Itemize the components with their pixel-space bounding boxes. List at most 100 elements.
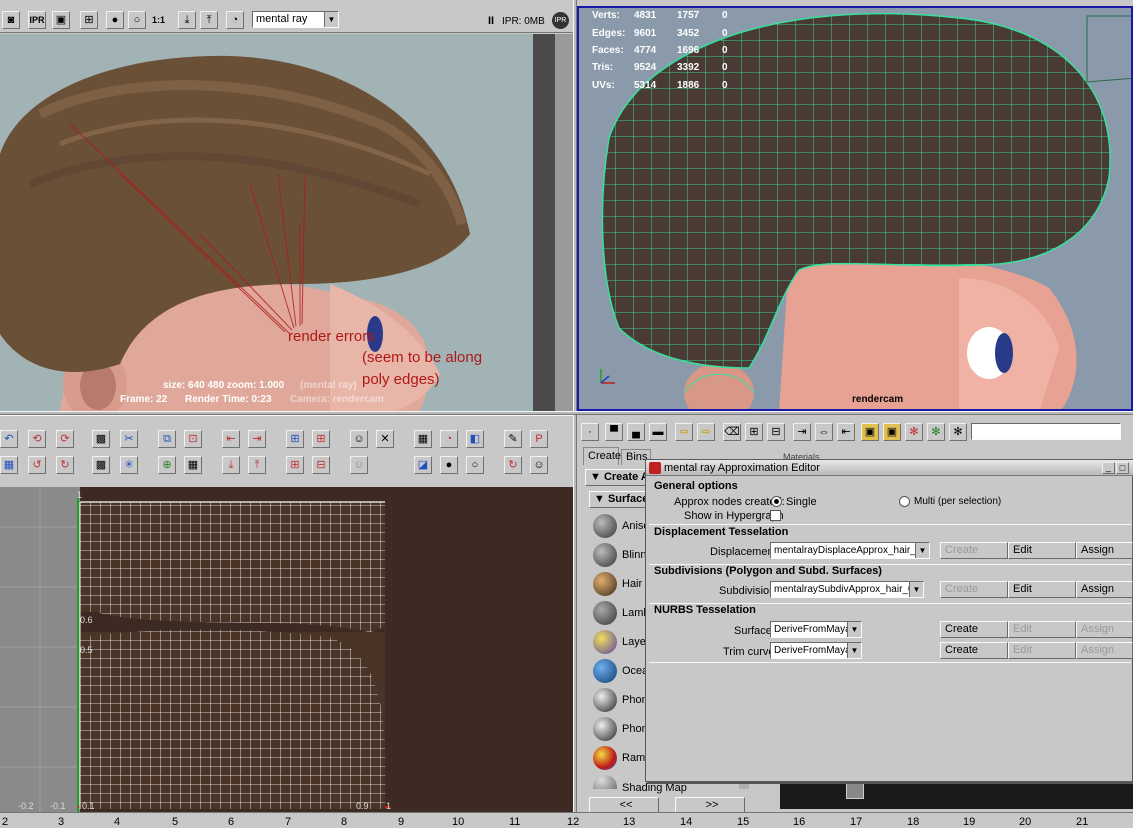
shader-shadingmap-label[interactable]: Shading Map xyxy=(622,782,687,794)
inout-icon[interactable]: ⇔ xyxy=(815,423,833,441)
align-top-icon[interactable]: ⤒ xyxy=(248,456,266,474)
trim-edit-button[interactable]: Edit xyxy=(1008,642,1076,659)
grid-uv-2-icon[interactable]: ▩ xyxy=(92,456,110,474)
swatch-2-icon[interactable]: ▣ xyxy=(883,423,901,441)
person-icon[interactable]: ☺ xyxy=(530,456,548,474)
grid-snap-icon[interactable]: ⊞ xyxy=(286,430,304,448)
move-sew-icon[interactable]: ⧉ xyxy=(158,430,176,448)
graph-icon[interactable]: ⊞ xyxy=(745,423,763,441)
displacement-assign-button[interactable]: Assign xyxy=(1076,542,1133,559)
dim-image-icon[interactable]: ◧ xyxy=(466,430,484,448)
swatch-icon[interactable]: ▣ xyxy=(861,423,879,441)
display-checker-icon[interactable]: ◔ xyxy=(440,430,458,448)
split-uv-icon[interactable]: ⊡ xyxy=(184,430,202,448)
graph-2-icon[interactable]: ⊟ xyxy=(767,423,785,441)
white-circle-icon[interactable]: ○ xyxy=(466,456,484,474)
shader-ramp-swatch[interactable] xyxy=(593,746,617,770)
vertical-pane-splitter[interactable] xyxy=(573,0,577,815)
refresh-uv-icon[interactable]: ↻ xyxy=(504,456,522,474)
single-label[interactable]: Single xyxy=(786,496,817,508)
subdiv-edit-button[interactable]: Edit xyxy=(1008,581,1076,598)
display-image-icon[interactable]: ◪ xyxy=(414,456,432,474)
arrow-right-icon[interactable]: ⇨ xyxy=(697,423,715,441)
network-3-icon[interactable]: ✻ xyxy=(949,423,967,441)
displacement-edit-button[interactable]: Edit xyxy=(1008,542,1076,559)
maximize-icon[interactable]: □ xyxy=(1116,462,1129,474)
grid-add-icon[interactable]: ⊞ xyxy=(312,430,330,448)
node-thumbnail-icon[interactable] xyxy=(846,781,864,799)
shader-phonge-swatch[interactable] xyxy=(593,717,617,741)
pause-icon[interactable]: II xyxy=(488,15,494,27)
displacement-select[interactable]: mentalrayDisplaceApprox_hair_01 ▼ xyxy=(770,542,930,559)
alpha-channel-icon[interactable]: ○ xyxy=(128,11,146,29)
trim-select[interactable]: DeriveFromMaya ▼ xyxy=(770,642,862,659)
shader-layered-swatch[interactable] xyxy=(593,630,617,654)
align-right-icon[interactable]: ⇥ xyxy=(248,430,266,448)
cut-uv-icon[interactable]: ✂ xyxy=(120,430,138,448)
single-radio[interactable] xyxy=(771,496,782,507)
rgb-icon[interactable]: ● xyxy=(440,456,458,474)
uv-flip-icon[interactable]: ↶ xyxy=(0,430,18,448)
dot-icon[interactable]: · xyxy=(581,423,599,441)
shader-ocean-swatch[interactable] xyxy=(593,659,617,683)
shader-blinn-label[interactable]: Blinn xyxy=(622,549,646,561)
uv-flip-v-icon[interactable]: ▦ xyxy=(0,456,18,474)
subdiv-create-button[interactable]: Create xyxy=(940,581,1008,598)
shader-lambert-swatch[interactable] xyxy=(593,601,617,625)
rotate-ccw-icon[interactable]: ↺ xyxy=(28,456,46,474)
network-2-icon[interactable]: ✻ xyxy=(927,423,945,441)
keep-image-icon[interactable]: ⤓ xyxy=(178,11,196,29)
shuffle-icon[interactable]: ✕ xyxy=(376,430,394,448)
rotate-cw-icon[interactable]: ↻ xyxy=(56,456,74,474)
subdiv-select[interactable]: mentalraySubdivApprox_hair_01 ▼ xyxy=(770,581,924,598)
ipr-badge-icon[interactable]: IPR xyxy=(552,12,569,29)
shader-blinn-swatch[interactable] xyxy=(593,543,617,567)
refresh-icon[interactable]: ▣ xyxy=(52,11,70,29)
surface-select[interactable]: DeriveFromMaya ▼ xyxy=(770,621,862,638)
display-grid-icon[interactable]: ▦ xyxy=(414,430,432,448)
trim-create-button[interactable]: Create xyxy=(940,642,1008,659)
one-to-one-button[interactable]: 1:1 xyxy=(152,15,165,25)
displacement-create-button[interactable]: Create xyxy=(940,542,1008,559)
viewport-panel[interactable]: Verts: 4831 1757 0 Edges: 9601 3452 0 Fa… xyxy=(577,6,1133,411)
layout-bottom-icon[interactable]: ▄ xyxy=(627,423,645,441)
rotate-uv-icon[interactable]: ⟲ xyxy=(28,430,46,448)
render-region-icon[interactable]: ⊞ xyxy=(80,11,98,29)
arrow-left-icon[interactable]: ⇦ xyxy=(675,423,693,441)
camera-icon[interactable]: ◙ xyxy=(2,11,20,29)
isolate-icon[interactable]: ☺ xyxy=(350,430,368,448)
grid-snap-2-icon[interactable]: ⊞ xyxy=(286,456,304,474)
show-hypergraph-checkbox[interactable] xyxy=(770,510,781,521)
input-icon[interactable]: ⇥ xyxy=(793,423,811,441)
minimize-icon[interactable]: _ xyxy=(1102,462,1115,474)
subdiv-assign-button[interactable]: Assign xyxy=(1076,581,1133,598)
isolate-2-icon[interactable]: ☺ xyxy=(350,456,368,474)
psd-icon[interactable]: P xyxy=(530,430,548,448)
surface-edit-button[interactable]: Edit xyxy=(1008,621,1076,638)
hypershade-search-field[interactable] xyxy=(971,423,1121,440)
surface-create-button[interactable]: Create xyxy=(940,621,1008,638)
align-left-icon[interactable]: ⇤ xyxy=(222,430,240,448)
align-bottom-icon[interactable]: ⤓ xyxy=(222,456,240,474)
shader-phong-label[interactable]: Phon xyxy=(622,694,648,706)
renderer-select[interactable]: mental ray ▼ xyxy=(252,11,339,28)
approx-editor-titlebar[interactable]: mental ray Approximation Editor _ □ xyxy=(646,460,1133,476)
output-icon[interactable]: ⇤ xyxy=(837,423,855,441)
horizontal-pane-splitter[interactable] xyxy=(0,411,1133,415)
remove-image-icon[interactable]: ⤒ xyxy=(200,11,218,29)
eraser-icon[interactable]: ⌫ xyxy=(723,423,741,441)
sew-uv-icon[interactable]: ✳ xyxy=(120,456,138,474)
surface-assign-button[interactable]: Assign xyxy=(1076,621,1133,638)
shader-phonge-label[interactable]: Phon xyxy=(622,723,648,735)
render-view-scrollbar[interactable] xyxy=(555,34,573,411)
layout-top-icon[interactable]: ▀ xyxy=(605,423,623,441)
layout-uv-icon[interactable]: ⊕ xyxy=(158,456,176,474)
uv-editor-canvas[interactable]: 1 0.6 0.5 -0.2 -0.1 0.1 0.9 1 xyxy=(0,487,573,812)
tab-create[interactable]: Create xyxy=(583,447,621,465)
grid-remove-icon[interactable]: ⊟ xyxy=(312,456,330,474)
rotate-uv-2-icon[interactable]: ⟳ xyxy=(56,430,74,448)
layout-full-icon[interactable]: ▬ xyxy=(649,423,667,441)
grid-uv-icon[interactable]: ▩ xyxy=(92,430,110,448)
multi-radio[interactable] xyxy=(899,496,910,507)
shader-phong-swatch[interactable] xyxy=(593,688,617,712)
